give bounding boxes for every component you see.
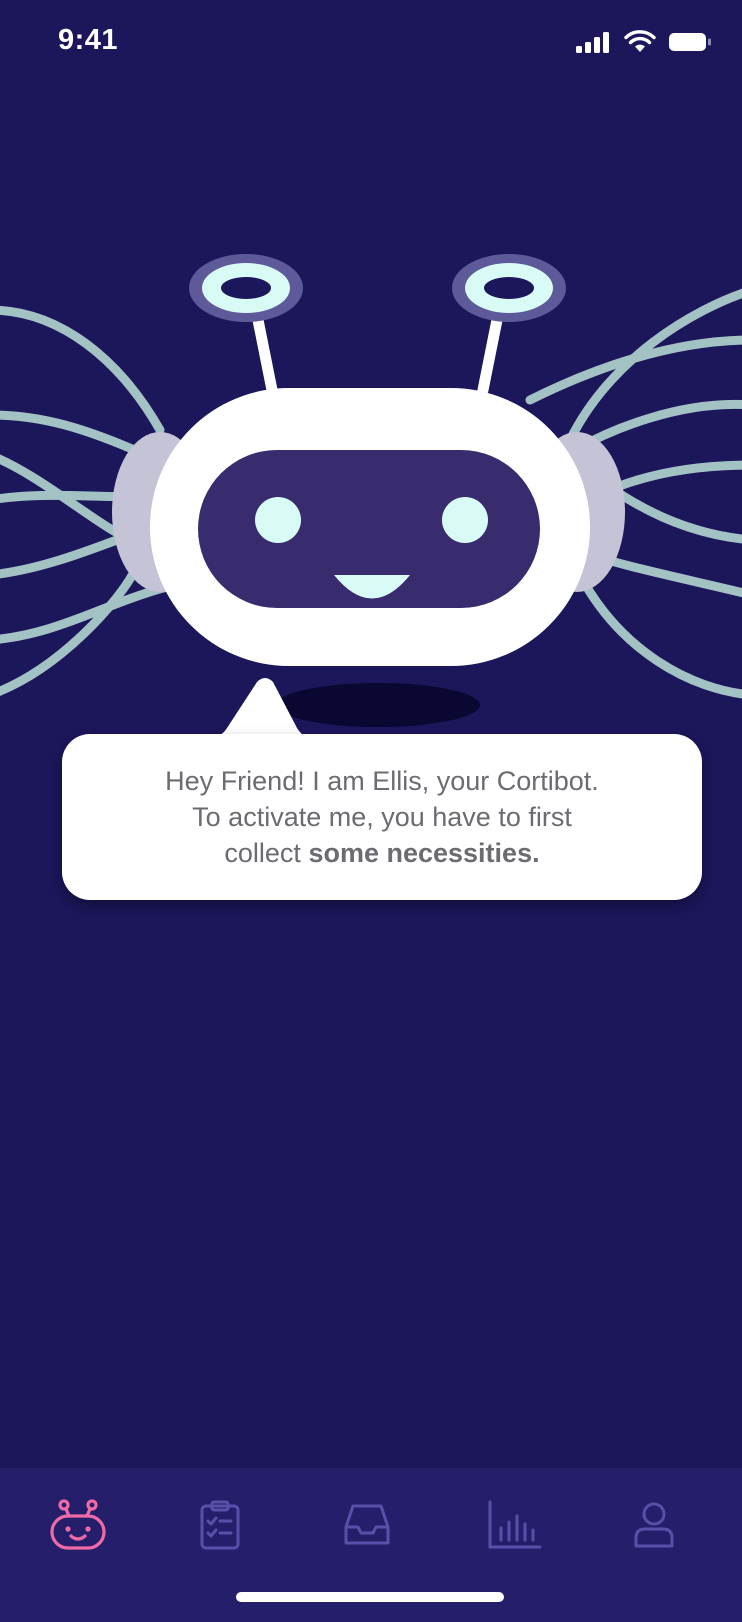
bubble-line-1: Hey Friend! I am Ellis, your Cortibot. [165, 766, 599, 796]
tab-profile[interactable] [617, 1490, 691, 1564]
status-time: 9:41 [58, 24, 119, 56]
tab-statistics[interactable] [478, 1490, 552, 1564]
app-screen: 9:41 Hey Friend! I am Ellis, your Cortib… [0, 0, 742, 1622]
user-profile-icon [633, 1502, 675, 1553]
status-icons [576, 29, 712, 59]
robot-icon [48, 1498, 108, 1556]
bubble-message: Hey Friend! I am Ellis, your Cortibot. T… [82, 763, 682, 871]
tab-checklist[interactable] [183, 1490, 257, 1564]
bubble-line-3-prefix: collect [224, 838, 309, 868]
cellular-signal-icon [576, 31, 612, 58]
wifi-icon [624, 29, 656, 59]
tab-robot[interactable] [41, 1490, 115, 1564]
robot-eye-left [255, 497, 301, 543]
tab-inbox[interactable] [330, 1490, 404, 1564]
home-indicator[interactable] [236, 1592, 504, 1602]
robot-antennas [189, 254, 566, 396]
bubble-line-2: To activate me, you have to first [192, 802, 572, 832]
robot-illustration [0, 254, 742, 727]
robot-eye-right [442, 497, 488, 543]
status-bar: 9:41 [0, 0, 742, 88]
clipboard-checklist-icon [199, 1500, 241, 1555]
speech-bubble: Hey Friend! I am Ellis, your Cortibot. T… [62, 734, 702, 900]
inbox-tray-icon [343, 1503, 391, 1552]
bar-chart-icon [487, 1500, 543, 1555]
speech-bubble-tail [205, 678, 315, 740]
bubble-line-3-bold: some necessities. [308, 838, 540, 868]
battery-icon [668, 31, 712, 58]
